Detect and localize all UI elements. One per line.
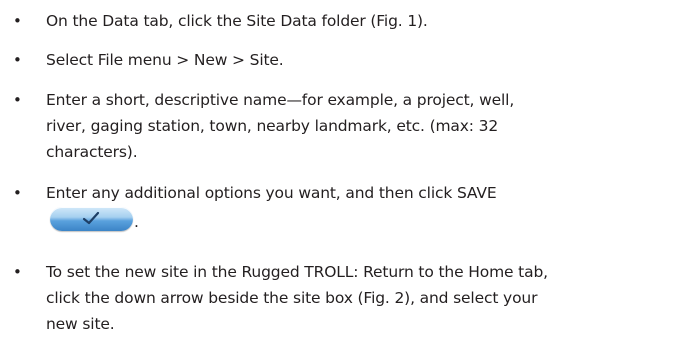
text-line: To set the new site in the Rugged TROLL:… bbox=[46, 263, 548, 281]
text-line: river, gaging station, town, nearby land… bbox=[46, 117, 499, 135]
step-text: Enter any additional options you want, a… bbox=[46, 180, 676, 206]
text-line: characters). bbox=[46, 143, 138, 161]
bullet: • bbox=[13, 91, 22, 109]
save-button-image bbox=[50, 207, 133, 231]
step-text: Select File menu > New > Site. bbox=[46, 47, 676, 73]
text-line: click the down arrow beside the site box… bbox=[46, 289, 538, 307]
text-line: Enter any additional options you want, a… bbox=[46, 184, 497, 202]
text-line: On the Data tab, click the Site Data fol… bbox=[46, 12, 428, 30]
bullet: • bbox=[13, 12, 22, 30]
text-line: Select File menu > New > Site. bbox=[46, 51, 284, 69]
step-text: To set the new site in the Rugged TROLL:… bbox=[46, 259, 676, 337]
sentence-period: . bbox=[134, 213, 139, 231]
bullet: • bbox=[13, 51, 22, 69]
text-line: new site. bbox=[46, 315, 115, 333]
step-text: Enter a short, descriptive name—for exam… bbox=[46, 87, 676, 165]
step-text: On the Data tab, click the Site Data fol… bbox=[46, 8, 676, 34]
checkmark-icon bbox=[82, 211, 100, 225]
bullet: • bbox=[13, 263, 22, 281]
bullet: • bbox=[13, 184, 22, 202]
text-line: Enter a short, descriptive name—for exam… bbox=[46, 91, 515, 109]
